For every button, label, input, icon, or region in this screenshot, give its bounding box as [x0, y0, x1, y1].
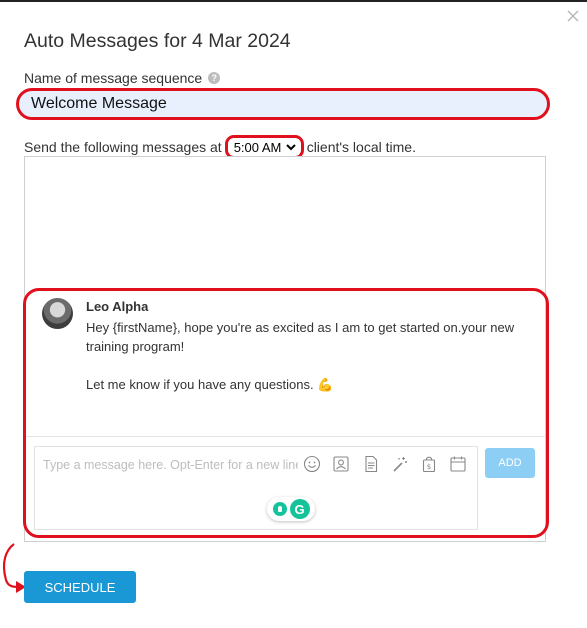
top-border [0, 0, 587, 2]
message-highlight-outline [23, 288, 549, 538]
close-icon[interactable] [565, 8, 581, 24]
dialog-title: Auto Messages for 4 Mar 2024 [24, 30, 291, 52]
send-time-select[interactable]: 5:00 AM [229, 139, 299, 155]
question-mark-icon[interactable]: ? [208, 72, 221, 84]
sequence-name-label: Name of message sequence ? [24, 70, 221, 86]
sequence-name-input[interactable] [16, 88, 550, 120]
sequence-name-label-text: Name of message sequence [24, 70, 203, 86]
send-time-suffix: client's local time. [306, 139, 416, 155]
send-time-prefix: Send the following messages at [24, 139, 222, 155]
schedule-button[interactable]: SCHEDULE [24, 571, 136, 603]
